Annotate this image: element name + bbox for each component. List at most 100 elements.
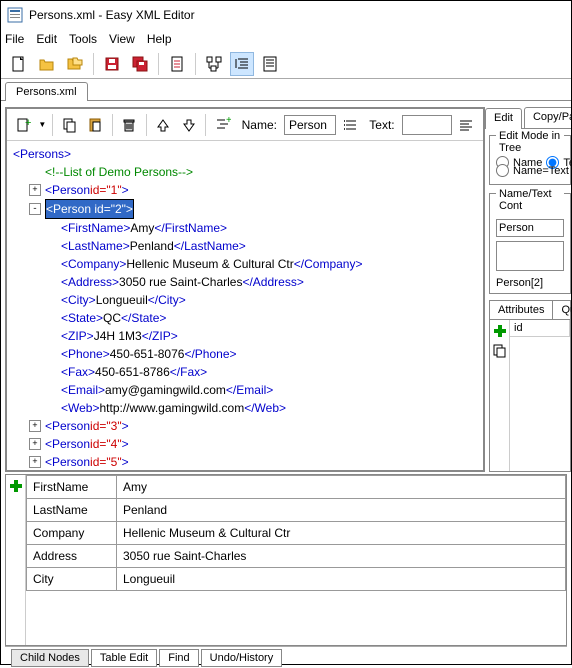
open-file-icon[interactable] [35, 52, 59, 76]
menu-view[interactable]: View [109, 32, 135, 46]
tree-node-person-1[interactable]: +<Person id="1"> [13, 181, 477, 199]
text-label: Text: [369, 118, 394, 132]
tree-node-address[interactable]: <Address>3050 rue Saint-Charles</Address… [13, 273, 477, 291]
tab-edit[interactable]: Edit [485, 108, 522, 129]
save-icon[interactable] [100, 52, 124, 76]
svg-text:+: + [226, 117, 231, 126]
child-value[interactable]: Penland [117, 499, 566, 522]
table-row[interactable]: Address3050 rue Saint-Charles [27, 545, 566, 568]
nametext-input2[interactable] [496, 241, 564, 271]
tab-quick[interactable]: Quick [553, 301, 571, 319]
table-row[interactable]: FirstNameAmy [27, 476, 566, 499]
add-attr-icon[interactable] [493, 324, 507, 338]
dropdown-arrow-icon[interactable]: ▼ [38, 120, 46, 129]
expand-icon[interactable]: + [29, 456, 41, 468]
tree-node-person-3[interactable]: +<Person id="3"> [13, 417, 477, 435]
document-tabs: Persons.xml [1, 79, 571, 101]
save-all-icon[interactable] [128, 52, 152, 76]
nametext-fieldset: Name/Text Cont Person[2] [489, 193, 571, 294]
tree-node-city[interactable]: <City>Longueuil</City> [13, 291, 477, 309]
tree-comment: <!--List of Demo Persons--> [13, 163, 477, 181]
tree-node-lastname[interactable]: <LastName>Penland</LastName> [13, 237, 477, 255]
xml-tree[interactable]: <Persons> <!--List of Demo Persons--> +<… [7, 141, 483, 470]
tree-node-firstname[interactable]: <FirstName>Amy</FirstName> [13, 219, 477, 237]
radio-nametext-label: Name=Text [513, 165, 569, 177]
tab-undo-history[interactable]: Undo/History [201, 649, 283, 667]
child-nodes-table: FirstNameAmy LastNamePenland CompanyHell… [26, 475, 566, 591]
copy-icon[interactable] [59, 113, 80, 137]
tab-table-edit[interactable]: Table Edit [91, 649, 157, 667]
properties-pane: Edit Copy/Paste Edit Mode in Tree Name T… [485, 107, 571, 472]
app-icon [7, 7, 23, 23]
tree-view-icon[interactable] [202, 52, 226, 76]
child-nodes-panel: FirstNameAmy LastNamePenland CompanyHell… [5, 474, 567, 646]
child-value[interactable]: Amy [117, 476, 566, 499]
copy-attr-icon[interactable] [493, 344, 507, 358]
expand-icon[interactable]: + [29, 438, 41, 450]
tree-node-phone[interactable]: <Phone>450-651-8076</Phone> [13, 345, 477, 363]
editmode-fieldset: Edit Mode in Tree Name Te Name=Text [489, 135, 571, 185]
open-folder-icon[interactable] [63, 52, 87, 76]
collapse-icon[interactable]: - [29, 203, 41, 215]
text-input[interactable] [402, 115, 452, 135]
child-key: LastName [27, 499, 117, 522]
tree-node-fax[interactable]: <Fax>450-651-8786</Fax> [13, 363, 477, 381]
tab-copypaste[interactable]: Copy/Paste [524, 107, 571, 128]
text-view-icon[interactable] [258, 52, 282, 76]
move-up-icon[interactable] [153, 113, 174, 137]
menu-tools[interactable]: Tools [69, 32, 97, 46]
table-row[interactable]: LastNamePenland [27, 499, 566, 522]
editmode-title: Edit Mode in Tree [496, 130, 564, 154]
tree-node-person-5[interactable]: +<Person id="5"> [13, 453, 477, 470]
child-value[interactable]: Hellenic Museum & Cultural Ctr [117, 522, 566, 545]
menubar: File Edit Tools View Help [1, 29, 571, 49]
expand-icon[interactable]: + [29, 420, 41, 432]
nametext-input[interactable] [496, 219, 564, 237]
table-row[interactable]: CompanyHellenic Museum & Cultural Ctr [27, 522, 566, 545]
tree-node-person-4[interactable]: +<Person id="4"> [13, 435, 477, 453]
child-key: FirstName [27, 476, 117, 499]
name-input[interactable] [284, 115, 336, 135]
tree-node-email[interactable]: <Email>amy@gamingwild.com</Email> [13, 381, 477, 399]
child-key: Company [27, 522, 117, 545]
tree-toolbar: + ▼ + Name: Text: [7, 109, 483, 141]
table-row[interactable]: CityLongueuil [27, 568, 566, 591]
new-node-icon[interactable]: + [13, 113, 34, 137]
list-icon[interactable] [340, 113, 361, 137]
attr-row[interactable]: id [510, 320, 570, 337]
nametext-title: Name/Text Cont [496, 188, 564, 212]
tree-node-root: <Persons> [13, 145, 477, 163]
tree-node-company[interactable]: <Company>Hellenic Museum & Cultural Ctr<… [13, 255, 477, 273]
expand-icon[interactable]: + [29, 184, 41, 196]
radio-nametext[interactable] [496, 164, 509, 177]
paste-icon[interactable] [84, 113, 105, 137]
tree-node-person-2[interactable]: -<Person id="2"> [13, 199, 477, 219]
tree-pane: + ▼ + Name: Text: <Persons> <!--List of … [5, 107, 485, 472]
tab-attributes[interactable]: Attributes [490, 301, 553, 319]
menu-edit[interactable]: Edit [36, 32, 57, 46]
child-value[interactable]: 3050 rue Saint-Charles [117, 545, 566, 568]
attributes-panel: Attributes Quick id [489, 300, 571, 472]
delete-icon[interactable] [119, 113, 140, 137]
menu-help[interactable]: Help [147, 32, 172, 46]
document-tab[interactable]: Persons.xml [5, 82, 88, 101]
add-child-icon[interactable] [9, 479, 23, 493]
indent-icon[interactable]: + [212, 113, 233, 137]
child-value[interactable]: Longueuil [117, 568, 566, 591]
tree-node-web[interactable]: <Web>http://www.gamingwild.com</Web> [13, 399, 477, 417]
child-key: City [27, 568, 117, 591]
move-down-icon[interactable] [178, 113, 199, 137]
tree-node-zip[interactable]: <ZIP>J4H 1M3</ZIP> [13, 327, 477, 345]
new-file-icon[interactable] [7, 52, 31, 76]
titlebar: Persons.xml - Easy XML Editor [1, 1, 571, 29]
document-icon[interactable] [165, 52, 189, 76]
tab-child-nodes[interactable]: Child Nodes [11, 649, 89, 667]
menu-file[interactable]: File [5, 32, 24, 46]
tab-find[interactable]: Find [159, 649, 198, 667]
tree-node-state[interactable]: <State>QC</State> [13, 309, 477, 327]
align-icon[interactable] [456, 113, 477, 137]
list-view-icon[interactable] [230, 52, 254, 76]
svg-text:+: + [25, 117, 31, 129]
child-key: Address [27, 545, 117, 568]
window-title: Persons.xml - Easy XML Editor [29, 8, 195, 22]
